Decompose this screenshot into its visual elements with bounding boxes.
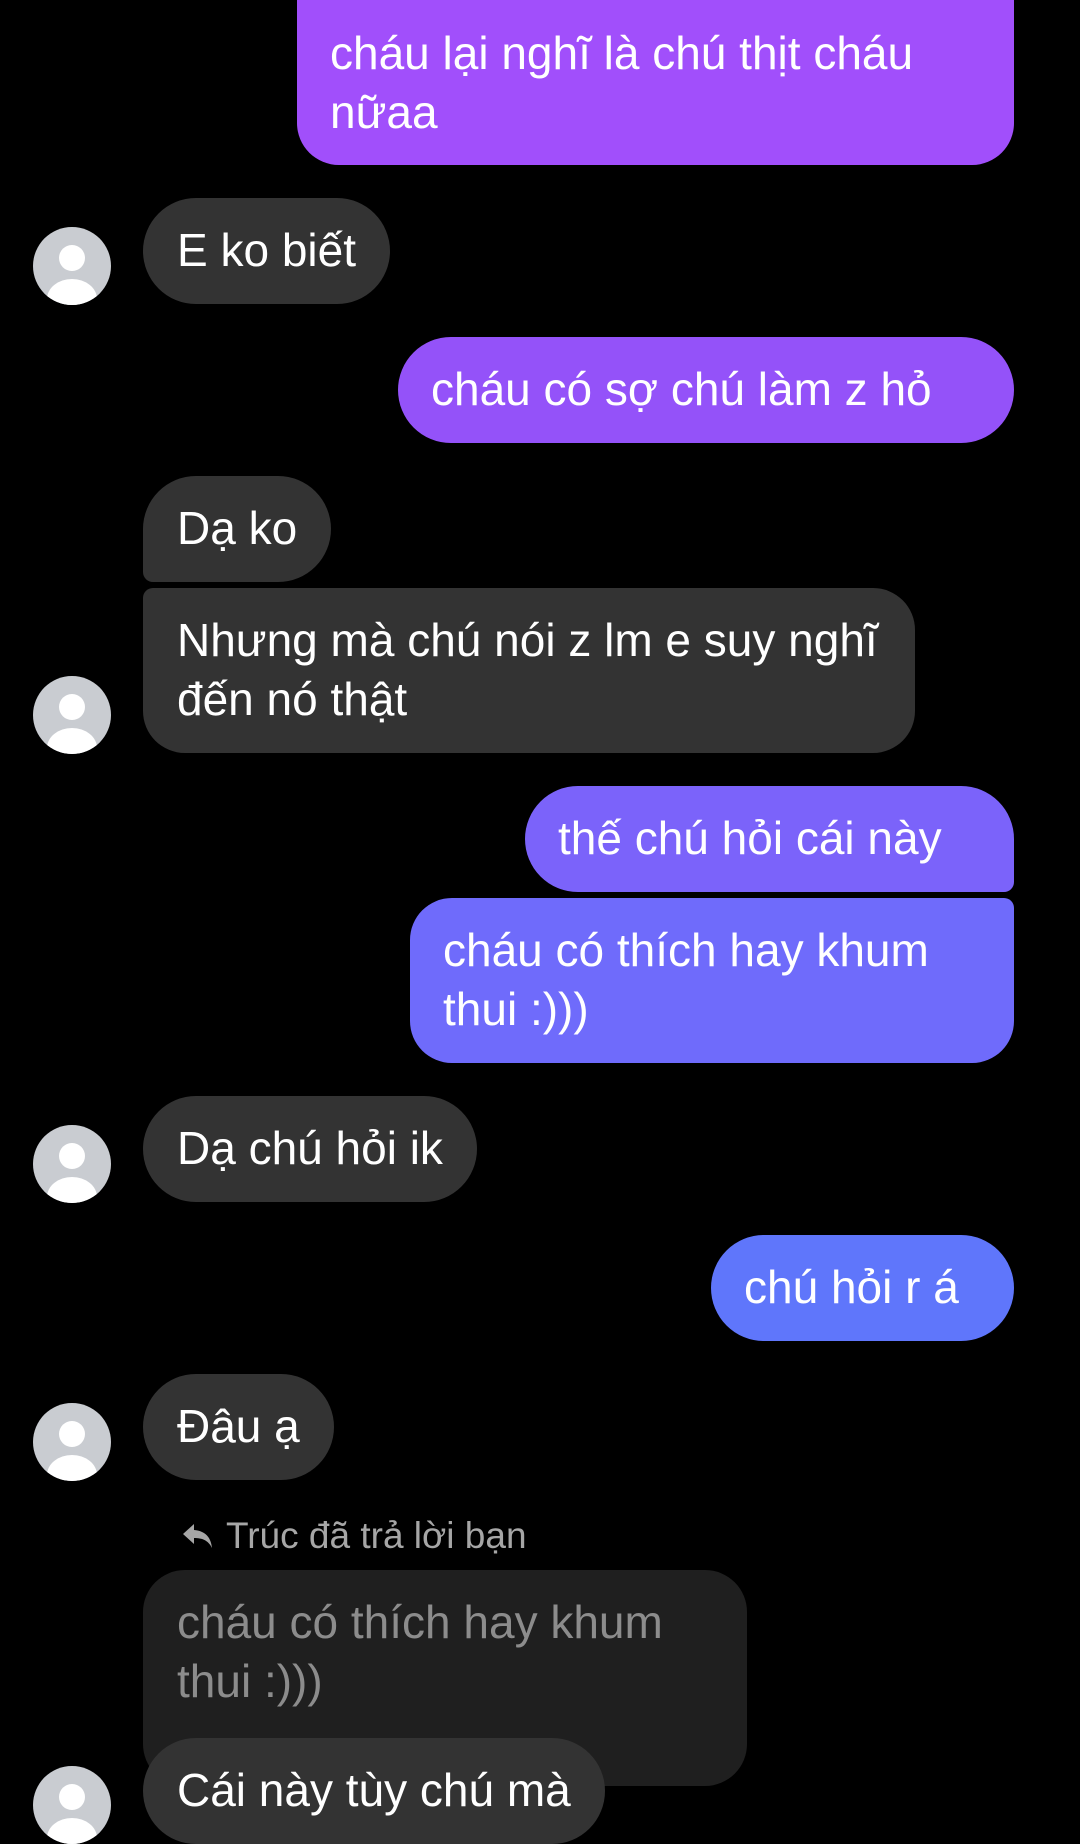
user-avatar-icon (47, 245, 97, 305)
reply-arrow-icon (183, 1524, 212, 1548)
user-avatar-icon (47, 1143, 97, 1203)
message-text: Cái này tùy chú mà (177, 1764, 571, 1816)
message-text: Đâu ạ (177, 1400, 300, 1452)
received-message[interactable]: Dạ ko (143, 476, 332, 582)
avatar[interactable] (33, 227, 111, 305)
user-avatar-icon (47, 1784, 97, 1844)
message-text: chú hỏi r á (744, 1261, 959, 1313)
avatar[interactable] (33, 1125, 111, 1203)
message-text: Dạ chú hỏi ik (177, 1122, 443, 1174)
received-message[interactable]: Dạ chú hỏi ik (143, 1096, 477, 1202)
sent-message[interactable]: cháu có thích hay khum thui :))) (410, 898, 1014, 1063)
avatar[interactable] (33, 1403, 111, 1481)
received-message[interactable]: Cái này tùy chú mà (143, 1738, 605, 1844)
sent-message[interactable]: cháu lại nghĩ là chú thịt cháu nữaa (297, 0, 1014, 165)
received-message[interactable]: Đâu ạ (143, 1374, 334, 1480)
user-avatar-icon (47, 694, 97, 754)
message-text: cháu có thích hay khum thui :))) (443, 924, 929, 1035)
user-avatar-icon (47, 1421, 97, 1481)
avatar[interactable] (33, 1766, 111, 1844)
sent-message[interactable]: cháu có sợ chú làm z hỏ (398, 337, 1014, 443)
received-message[interactable]: Nhưng mà chú nói z lm e suy nghĩ đến nó … (143, 588, 915, 753)
quoted-text: cháu có thích hay khum thui :))) (177, 1596, 663, 1707)
message-text: E ko biết (177, 224, 356, 276)
message-text: cháu lại nghĩ là chú thịt cháu nữaa (330, 27, 914, 138)
message-text: cháu có sợ chú làm z hỏ (431, 363, 932, 415)
sent-message[interactable]: chú hỏi r á (711, 1235, 1014, 1341)
reply-indicator: Trúc đã trả lời bạn (180, 1513, 527, 1559)
avatar[interactable] (33, 676, 111, 754)
message-text: Nhưng mà chú nói z lm e suy nghĩ đến nó … (177, 614, 878, 725)
message-text: Dạ ko (177, 502, 298, 554)
message-text: thế chú hỏi cái này (558, 812, 942, 864)
reply-label-text: Trúc đã trả lời bạn (226, 1515, 527, 1556)
received-message[interactable]: E ko biết (143, 198, 390, 304)
sent-message[interactable]: thế chú hỏi cái này (525, 786, 1014, 892)
